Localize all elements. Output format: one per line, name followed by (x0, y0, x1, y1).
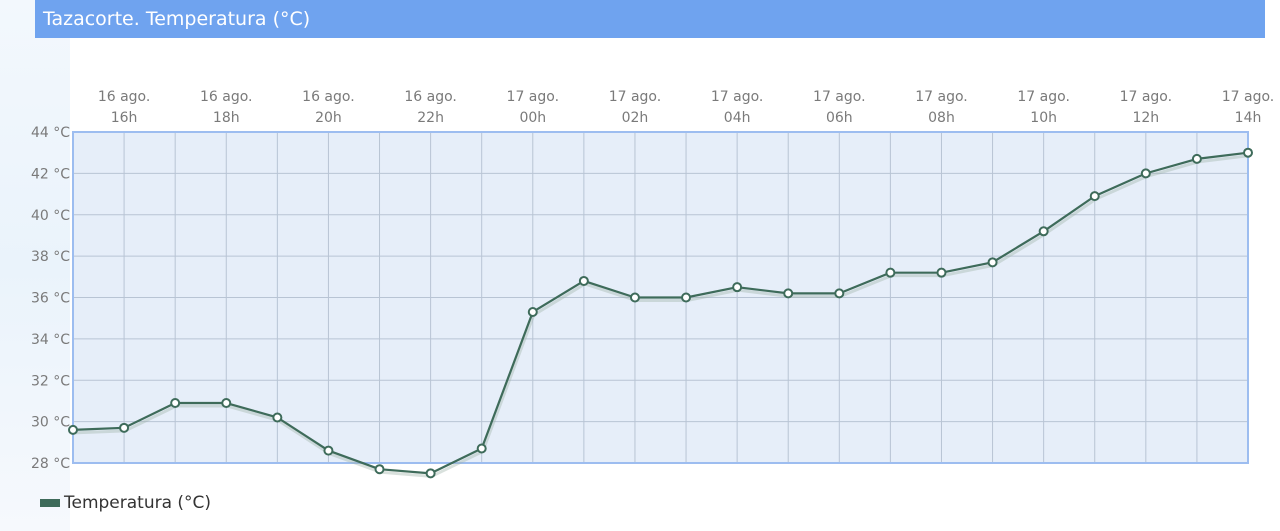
data-point (272, 412, 283, 423)
x-tick-hour-label: 22h (417, 110, 444, 126)
x-tick-hour-label: 08h (928, 110, 955, 126)
legend-label: Temperatura (°C) (64, 493, 212, 513)
data-point (170, 398, 181, 409)
y-tick-label: 44 °C (31, 125, 70, 141)
x-tick-hour-label: 02h (622, 110, 649, 126)
x-tick-date-label: 17 ago. (711, 89, 764, 105)
data-point (936, 267, 947, 278)
data-point (681, 292, 692, 303)
data-point (629, 292, 640, 303)
y-tick-label: 34 °C (31, 332, 70, 348)
x-tick-hour-label: 14h (1235, 110, 1262, 126)
data-point (1243, 147, 1253, 158)
x-tick-date-label: 17 ago. (915, 89, 968, 105)
x-tick-date-label: 17 ago. (1120, 89, 1173, 105)
data-point (425, 468, 436, 479)
data-point (885, 267, 896, 278)
data-point (1140, 168, 1151, 179)
x-tick-hour-label: 06h (826, 110, 853, 126)
y-tick-label: 38 °C (31, 249, 70, 265)
y-tick-label: 40 °C (31, 208, 70, 224)
x-tick-date-label: 17 ago. (609, 89, 662, 105)
y-tick-label: 36 °C (31, 291, 70, 307)
x-tick-date-label: 17 ago. (507, 89, 560, 105)
y-tick-label: 30 °C (31, 415, 70, 431)
y-tick-label: 32 °C (31, 373, 70, 389)
data-point (119, 422, 130, 433)
data-point (1038, 226, 1049, 237)
data-point (834, 288, 845, 299)
x-tick-hour-label: 20h (315, 110, 342, 126)
x-tick-date-label: 17 ago. (1017, 89, 1070, 105)
x-tick-date-label: 17 ago. (813, 89, 866, 105)
temperature-chart: 44 °C 42 °C 40 °C 38 °C 36 °C 34 °C 32 °C 30 °C… (31, 89, 1275, 479)
x-tick-hour-label: 10h (1030, 110, 1057, 126)
x-tick-date-label: 16 ago. (200, 89, 253, 105)
data-point (987, 257, 998, 268)
x-tick-hour-label: 12h (1132, 110, 1159, 126)
data-point (732, 282, 743, 293)
data-point (476, 443, 487, 454)
data-point (323, 445, 334, 456)
data-point (783, 288, 794, 299)
data-point (1089, 191, 1100, 202)
data-point (374, 464, 385, 475)
x-tick-date-label: 16 ago. (98, 89, 151, 105)
data-point (578, 275, 589, 286)
legend[interactable]: Temperatura (°C) (40, 491, 211, 515)
data-point (1191, 153, 1202, 164)
x-tick-hour-label: 00h (519, 110, 546, 126)
data-point (68, 424, 78, 435)
x-tick-hour-label: 04h (724, 110, 751, 126)
y-tick-label: 42 °C (31, 166, 70, 182)
x-tick-date-label: 16 ago. (404, 89, 457, 105)
legend-swatch (40, 499, 60, 507)
x-tick-hour-label: 18h (213, 110, 240, 126)
x-tick-date-label: 16 ago. (302, 89, 355, 105)
data-point (221, 398, 232, 409)
y-tick-label: 28 °C (31, 456, 70, 472)
x-tick-hour-label: 16h (111, 110, 138, 126)
x-tick-date-label: 17 ago. (1222, 89, 1275, 105)
data-point (527, 306, 538, 317)
